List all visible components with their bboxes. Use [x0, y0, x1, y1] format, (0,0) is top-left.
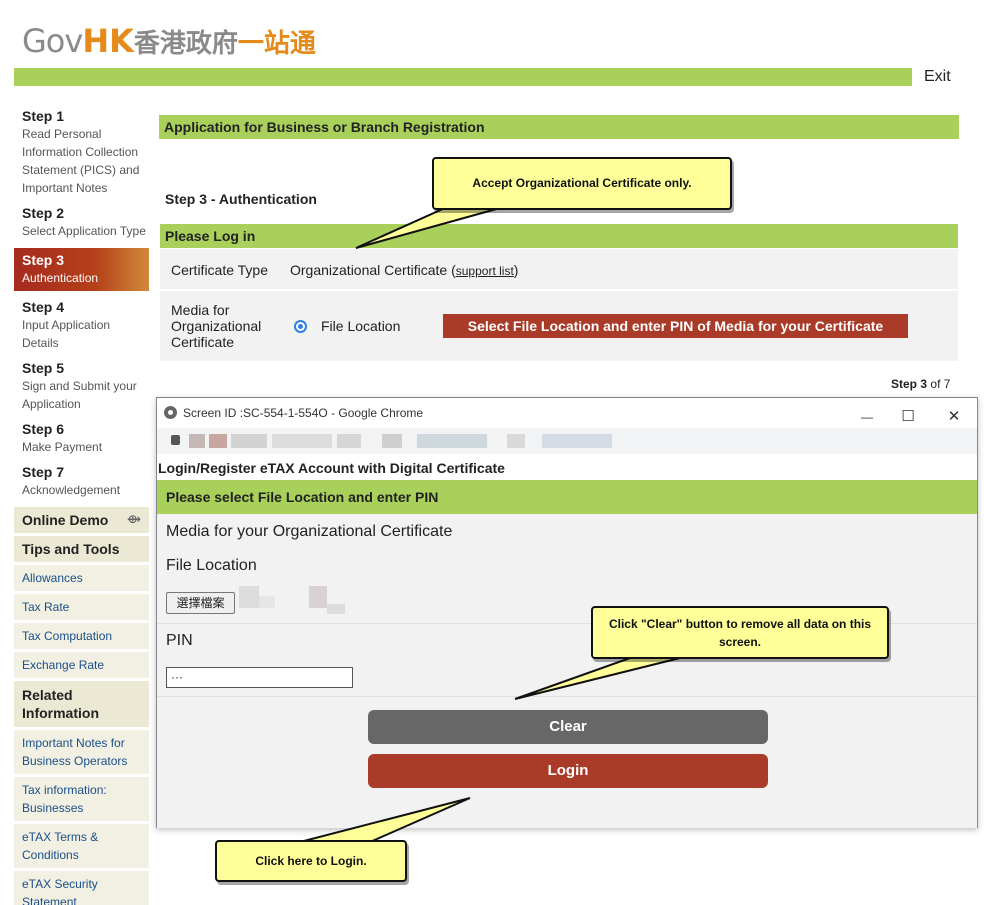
- callout-tail-clear: [514, 657, 681, 700]
- callout-login-hint: Click here to Login.: [215, 840, 407, 882]
- callout-tail-login: [299, 797, 471, 843]
- callout-tail-accept: [355, 207, 501, 249]
- callout-clear-hint: Click "Clear" button to remove all data …: [591, 606, 889, 659]
- callout-clear-text: Click "Clear" button to remove all data …: [608, 617, 872, 649]
- callout-accept-org: Accept Organizational Certificate only.: [432, 157, 732, 210]
- callout-accept-text: Accept Organizational Certificate only.: [472, 176, 692, 190]
- callout-tails: [299, 207, 681, 843]
- callout-login-text: Click here to Login.: [255, 854, 367, 868]
